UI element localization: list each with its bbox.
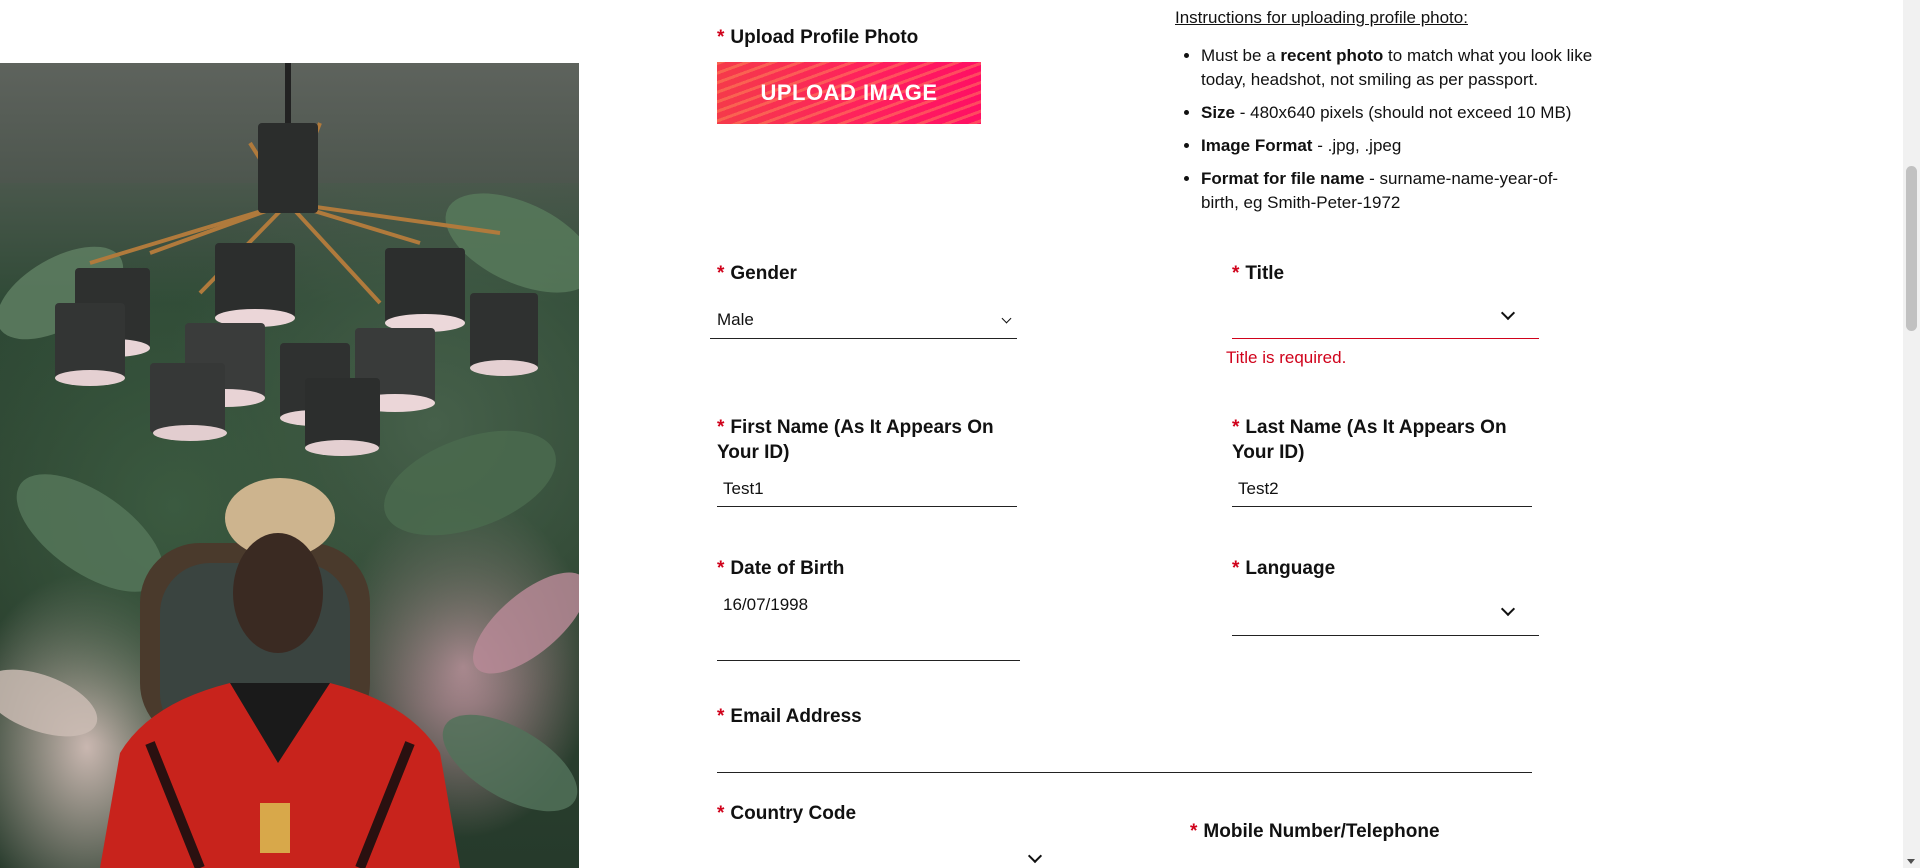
upload-instructions: Instructions for uploading profile photo… <box>1175 6 1595 224</box>
chevron-down-icon <box>1027 848 1043 864</box>
last-name-label: * Last Name (As It Appears On Your ID) <box>1232 417 1507 463</box>
chevron-down-icon <box>1500 601 1516 617</box>
dob-input[interactable]: 16/07/1998 <box>717 594 1020 660</box>
title-select[interactable] <box>1232 300 1539 338</box>
dob-underline <box>717 660 1020 661</box>
upload-photo-label: * Upload Profile Photo <box>717 27 919 48</box>
scroll-down-arrow-icon[interactable] <box>1907 859 1915 864</box>
page-scrollbar[interactable] <box>1903 0 1920 868</box>
title-error-message: Title is required. <box>1226 348 1347 367</box>
dob-label: * Date of Birth <box>717 558 845 579</box>
instructions-heading: Instructions for uploading profile photo… <box>1175 8 1468 27</box>
email-input[interactable] <box>717 740 1532 772</box>
country-code-label: * Country Code <box>717 803 857 824</box>
instructions-list: Must be a recent photo to match what you… <box>1175 44 1595 215</box>
chevron-down-icon <box>1001 313 1012 324</box>
last-name-underline <box>1232 506 1532 507</box>
language-underline <box>1232 635 1539 636</box>
last-name-input[interactable]: Test2 <box>1232 476 1532 506</box>
profile-hero-photo <box>0 63 579 868</box>
first-name-label: * First Name (As It Appears On Your ID) <box>717 417 994 463</box>
gender-label: * Gender <box>717 263 797 284</box>
language-select[interactable] <box>1232 595 1539 635</box>
gender-value: Male <box>717 310 754 329</box>
title-underline <box>1232 338 1539 339</box>
instruction-item: Size - 480x640 pixels (should not exceed… <box>1201 101 1595 125</box>
required-marker: * <box>717 27 725 48</box>
first-name-underline <box>717 506 1017 507</box>
language-label: * Language <box>1232 558 1336 579</box>
chevron-down-icon <box>1500 305 1516 321</box>
email-underline <box>717 772 1532 773</box>
mobile-label: * Mobile Number/Telephone <box>1190 821 1440 842</box>
gender-underline <box>710 338 1017 339</box>
title-label: * Title <box>1232 263 1285 284</box>
registration-page: * Upload Profile Photo UPLOAD IMAGE Instr… <box>0 0 1920 868</box>
instruction-item: Must be a recent photo to match what you… <box>1201 44 1595 92</box>
scrollbar-thumb[interactable] <box>1906 166 1917 331</box>
first-name-input[interactable]: Test1 <box>717 476 1017 506</box>
upload-image-button[interactable]: UPLOAD IMAGE <box>717 62 981 124</box>
email-label: * Email Address <box>717 706 862 727</box>
instruction-item: Format for file name - surname-name-year… <box>1201 167 1595 215</box>
gender-select[interactable]: Male <box>710 305 1017 339</box>
instruction-item: Image Format - .jpg, .jpeg <box>1201 134 1595 158</box>
country-code-select[interactable] <box>717 835 1047 868</box>
